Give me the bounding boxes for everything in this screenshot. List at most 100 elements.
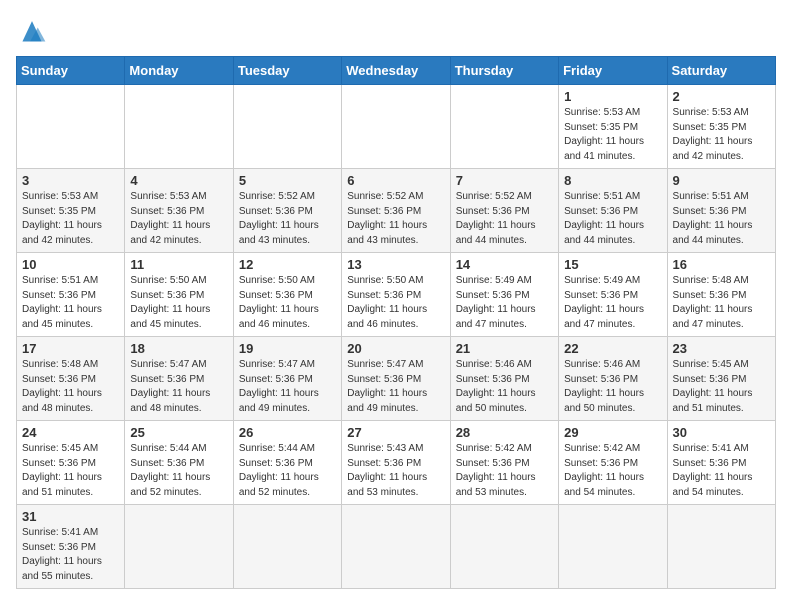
day-info: Sunrise: 5:53 AM Sunset: 5:35 PM Dayligh…: [673, 106, 770, 164]
calendar-cell: 5 Sunrise: 5:52 AM Sunset: 5:36 PM Daylig…: [233, 169, 341, 253]
day-number: 3: [22, 173, 119, 188]
calendar-cell: [559, 505, 667, 589]
day-info: Sunrise: 5:42 AM Sunset: 5:36 PM Dayligh…: [456, 442, 553, 500]
day-number: 11: [130, 257, 227, 272]
day-number: 13: [347, 257, 444, 272]
weekday-header: Monday: [125, 57, 233, 85]
day-number: 27: [347, 425, 444, 440]
calendar-cell: 27 Sunrise: 5:43 AM Sunset: 5:36 PM Dayli…: [342, 421, 450, 505]
calendar-cell: 13 Sunrise: 5:50 AM Sunset: 5:36 PM Dayli…: [342, 253, 450, 337]
day-info: Sunrise: 5:44 AM Sunset: 5:36 PM Dayligh…: [239, 442, 336, 500]
calendar-cell: 17Sunrise: 5:48 AM Sunset: 5:36 PM Dayli…: [17, 337, 125, 421]
calendar-table: SundayMondayTuesdayWednesdayThursdayFrid…: [16, 56, 776, 589]
day-number: 26: [239, 425, 336, 440]
day-info: Sunrise: 5:43 AM Sunset: 5:36 PM Dayligh…: [347, 442, 444, 500]
calendar-week-row: 1 Sunrise: 5:53 AM Sunset: 5:35 PM Daylig…: [17, 85, 776, 169]
day-info: Sunrise: 5:50 AM Sunset: 5:36 PM Dayligh…: [130, 274, 227, 332]
calendar-cell: 18 Sunrise: 5:47 AM Sunset: 5:36 PM Dayli…: [125, 337, 233, 421]
day-info: Sunrise: 5:47 AM Sunset: 5:36 PM Dayligh…: [347, 358, 444, 416]
day-number: 15: [564, 257, 661, 272]
calendar-cell: [233, 505, 341, 589]
calendar-cell: [125, 85, 233, 169]
day-number: 7: [456, 173, 553, 188]
day-number: 29: [564, 425, 661, 440]
weekday-header: Sunday: [17, 57, 125, 85]
day-info: Sunrise: 5:52 AM Sunset: 5:36 PM Dayligh…: [347, 190, 444, 248]
day-info: Sunrise: 5:50 AM Sunset: 5:36 PM Dayligh…: [239, 274, 336, 332]
weekday-header: Tuesday: [233, 57, 341, 85]
calendar-cell: [342, 505, 450, 589]
calendar-week-row: 10 Sunrise: 5:51 AM Sunset: 5:36 PM Dayli…: [17, 253, 776, 337]
weekday-header: Saturday: [667, 57, 775, 85]
calendar-cell: [667, 505, 775, 589]
calendar-cell: 24 Sunrise: 5:45 AM Sunset: 5:36 PM Dayli…: [17, 421, 125, 505]
calendar-cell: 10 Sunrise: 5:51 AM Sunset: 5:36 PM Dayli…: [17, 253, 125, 337]
calendar-cell: 16Sunrise: 5:48 AM Sunset: 5:36 PM Dayli…: [667, 253, 775, 337]
day-info: Sunrise: 5:51 AM Sunset: 5:36 PM Dayligh…: [673, 190, 770, 248]
day-number: 14: [456, 257, 553, 272]
calendar-cell: [450, 85, 558, 169]
logo-icon: [16, 16, 48, 44]
calendar-cell: 19 Sunrise: 5:47 AM Sunset: 5:36 PM Dayli…: [233, 337, 341, 421]
day-number: 20: [347, 341, 444, 356]
day-info: Sunrise: 5:50 AM Sunset: 5:36 PM Dayligh…: [347, 274, 444, 332]
calendar-week-row: 24 Sunrise: 5:45 AM Sunset: 5:36 PM Dayli…: [17, 421, 776, 505]
day-number: 12: [239, 257, 336, 272]
day-info: Sunrise: 5:44 AM Sunset: 5:36 PM Dayligh…: [130, 442, 227, 500]
calendar-cell: 28 Sunrise: 5:42 AM Sunset: 5:36 PM Dayli…: [450, 421, 558, 505]
day-info: Sunrise: 5:42 AM Sunset: 5:36 PM Dayligh…: [564, 442, 661, 500]
day-info: Sunrise: 5:51 AM Sunset: 5:36 PM Dayligh…: [564, 190, 661, 248]
weekday-header: Thursday: [450, 57, 558, 85]
day-number: 21: [456, 341, 553, 356]
day-number: 16: [673, 257, 770, 272]
day-number: 23: [673, 341, 770, 356]
calendar-cell: 7 Sunrise: 5:52 AM Sunset: 5:36 PM Daylig…: [450, 169, 558, 253]
calendar-cell: 12 Sunrise: 5:50 AM Sunset: 5:36 PM Dayli…: [233, 253, 341, 337]
day-number: 18: [130, 341, 227, 356]
day-info: Sunrise: 5:47 AM Sunset: 5:36 PM Dayligh…: [130, 358, 227, 416]
calendar-cell: [450, 505, 558, 589]
day-number: 10: [22, 257, 119, 272]
calendar-cell: 20 Sunrise: 5:47 AM Sunset: 5:36 PM Dayli…: [342, 337, 450, 421]
day-info: Sunrise: 5:46 AM Sunset: 5:36 PM Dayligh…: [564, 358, 661, 416]
day-number: 1: [564, 89, 661, 104]
calendar-cell: [233, 85, 341, 169]
calendar-cell: 29 Sunrise: 5:42 AM Sunset: 5:36 PM Dayli…: [559, 421, 667, 505]
day-number: 31: [22, 509, 119, 524]
day-number: 28: [456, 425, 553, 440]
calendar-cell: 6 Sunrise: 5:52 AM Sunset: 5:36 PM Daylig…: [342, 169, 450, 253]
day-info: Sunrise: 5:53 AM Sunset: 5:35 PM Dayligh…: [564, 106, 661, 164]
day-number: 19: [239, 341, 336, 356]
day-info: Sunrise: 5:52 AM Sunset: 5:36 PM Dayligh…: [456, 190, 553, 248]
calendar-cell: 26 Sunrise: 5:44 AM Sunset: 5:36 PM Dayli…: [233, 421, 341, 505]
day-number: 2: [673, 89, 770, 104]
calendar-cell: 9Sunrise: 5:51 AM Sunset: 5:36 PM Daylig…: [667, 169, 775, 253]
day-info: Sunrise: 5:53 AM Sunset: 5:36 PM Dayligh…: [130, 190, 227, 248]
day-info: Sunrise: 5:45 AM Sunset: 5:36 PM Dayligh…: [22, 442, 119, 500]
calendar-cell: 31Sunrise: 5:41 AM Sunset: 5:36 PM Dayli…: [17, 505, 125, 589]
day-number: 5: [239, 173, 336, 188]
calendar-cell: 14 Sunrise: 5:49 AM Sunset: 5:36 PM Dayli…: [450, 253, 558, 337]
day-info: Sunrise: 5:52 AM Sunset: 5:36 PM Dayligh…: [239, 190, 336, 248]
day-info: Sunrise: 5:48 AM Sunset: 5:36 PM Dayligh…: [22, 358, 119, 416]
page-header: [16, 16, 776, 44]
day-info: Sunrise: 5:41 AM Sunset: 5:36 PM Dayligh…: [673, 442, 770, 500]
weekday-header: Friday: [559, 57, 667, 85]
day-info: Sunrise: 5:46 AM Sunset: 5:36 PM Dayligh…: [456, 358, 553, 416]
day-number: 6: [347, 173, 444, 188]
calendar-cell: 4 Sunrise: 5:53 AM Sunset: 5:36 PM Daylig…: [125, 169, 233, 253]
calendar-cell: [342, 85, 450, 169]
day-number: 22: [564, 341, 661, 356]
day-info: Sunrise: 5:49 AM Sunset: 5:36 PM Dayligh…: [456, 274, 553, 332]
day-info: Sunrise: 5:51 AM Sunset: 5:36 PM Dayligh…: [22, 274, 119, 332]
calendar-cell: 30 Sunrise: 5:41 AM Sunset: 5:36 PM Dayli…: [667, 421, 775, 505]
calendar-cell: 21 Sunrise: 5:46 AM Sunset: 5:36 PM Dayli…: [450, 337, 558, 421]
day-number: 30: [673, 425, 770, 440]
calendar-cell: 3Sunrise: 5:53 AM Sunset: 5:35 PM Daylig…: [17, 169, 125, 253]
day-info: Sunrise: 5:47 AM Sunset: 5:36 PM Dayligh…: [239, 358, 336, 416]
calendar-cell: 23Sunrise: 5:45 AM Sunset: 5:36 PM Dayli…: [667, 337, 775, 421]
day-number: 25: [130, 425, 227, 440]
day-number: 24: [22, 425, 119, 440]
calendar-week-row: 3Sunrise: 5:53 AM Sunset: 5:35 PM Daylig…: [17, 169, 776, 253]
day-number: 4: [130, 173, 227, 188]
